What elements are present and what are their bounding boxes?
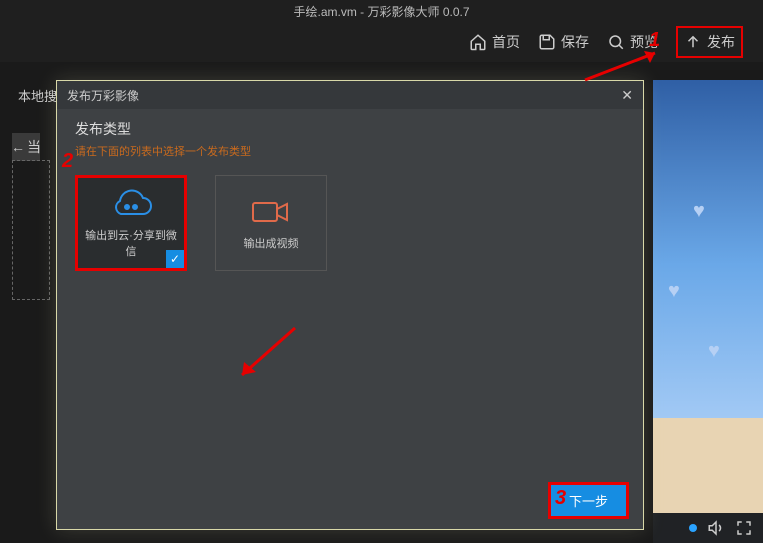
- publish-button[interactable]: 发布: [676, 26, 743, 58]
- annotation-3: 3: [555, 487, 566, 510]
- check-icon: ✓: [166, 250, 184, 268]
- title-bar: 手绘.am.vm - 万彩影像大师 0.0.7: [0, 0, 763, 22]
- player-controls: [653, 513, 763, 543]
- back-button[interactable]: ←当: [12, 133, 40, 161]
- modal-body: 发布类型 请在下面的列表中选择一个发布类型 输出到云·分享到微信 ✓ 输出成视频: [57, 109, 643, 281]
- cloud-icon: [107, 187, 155, 221]
- floor: [653, 418, 763, 513]
- heart-icon: ♥: [693, 200, 705, 223]
- preview-pane: ♥ ♥ ♥: [653, 80, 763, 543]
- publish-label: 发布: [707, 32, 735, 52]
- modal-header: 发布万彩影像 ✕: [57, 81, 643, 109]
- arrow-annotation-2: [230, 320, 310, 390]
- home-button[interactable]: 首页: [469, 32, 520, 52]
- modal-title: 发布万彩影像: [67, 87, 139, 104]
- section-hint: 请在下面的列表中选择一个发布类型: [75, 143, 625, 159]
- annotation-2: 2: [62, 150, 73, 173]
- arrow-annotation-1: [580, 45, 670, 85]
- home-icon: [469, 33, 487, 51]
- close-icon[interactable]: ✕: [621, 87, 633, 104]
- upload-icon: [684, 33, 702, 51]
- heart-icon: ♥: [668, 280, 680, 303]
- option-video-label: 输出成视频: [240, 235, 303, 251]
- option-cloud[interactable]: 输出到云·分享到微信 ✓: [75, 175, 187, 271]
- fullscreen-icon[interactable]: [735, 519, 753, 537]
- section-title: 发布类型: [75, 119, 625, 139]
- video-icon: [247, 195, 295, 229]
- publish-options: 输出到云·分享到微信 ✓ 输出成视频: [75, 175, 625, 271]
- sidebar: 本地搜 ←当: [0, 80, 60, 161]
- home-label: 首页: [492, 32, 520, 52]
- save-icon: [538, 33, 556, 51]
- app-title: 手绘.am.vm - 万彩影像大师 0.0.7: [293, 3, 469, 20]
- heart-icon: ♥: [708, 340, 720, 363]
- option-video[interactable]: 输出成视频: [215, 175, 327, 271]
- publish-modal: 发布万彩影像 ✕ 发布类型 请在下面的列表中选择一个发布类型 输出到云·分享到微…: [56, 80, 644, 530]
- drop-area[interactable]: [12, 160, 50, 300]
- volume-icon[interactable]: [707, 519, 725, 537]
- progress-handle[interactable]: [689, 524, 697, 532]
- search-label: 本地搜: [0, 80, 60, 115]
